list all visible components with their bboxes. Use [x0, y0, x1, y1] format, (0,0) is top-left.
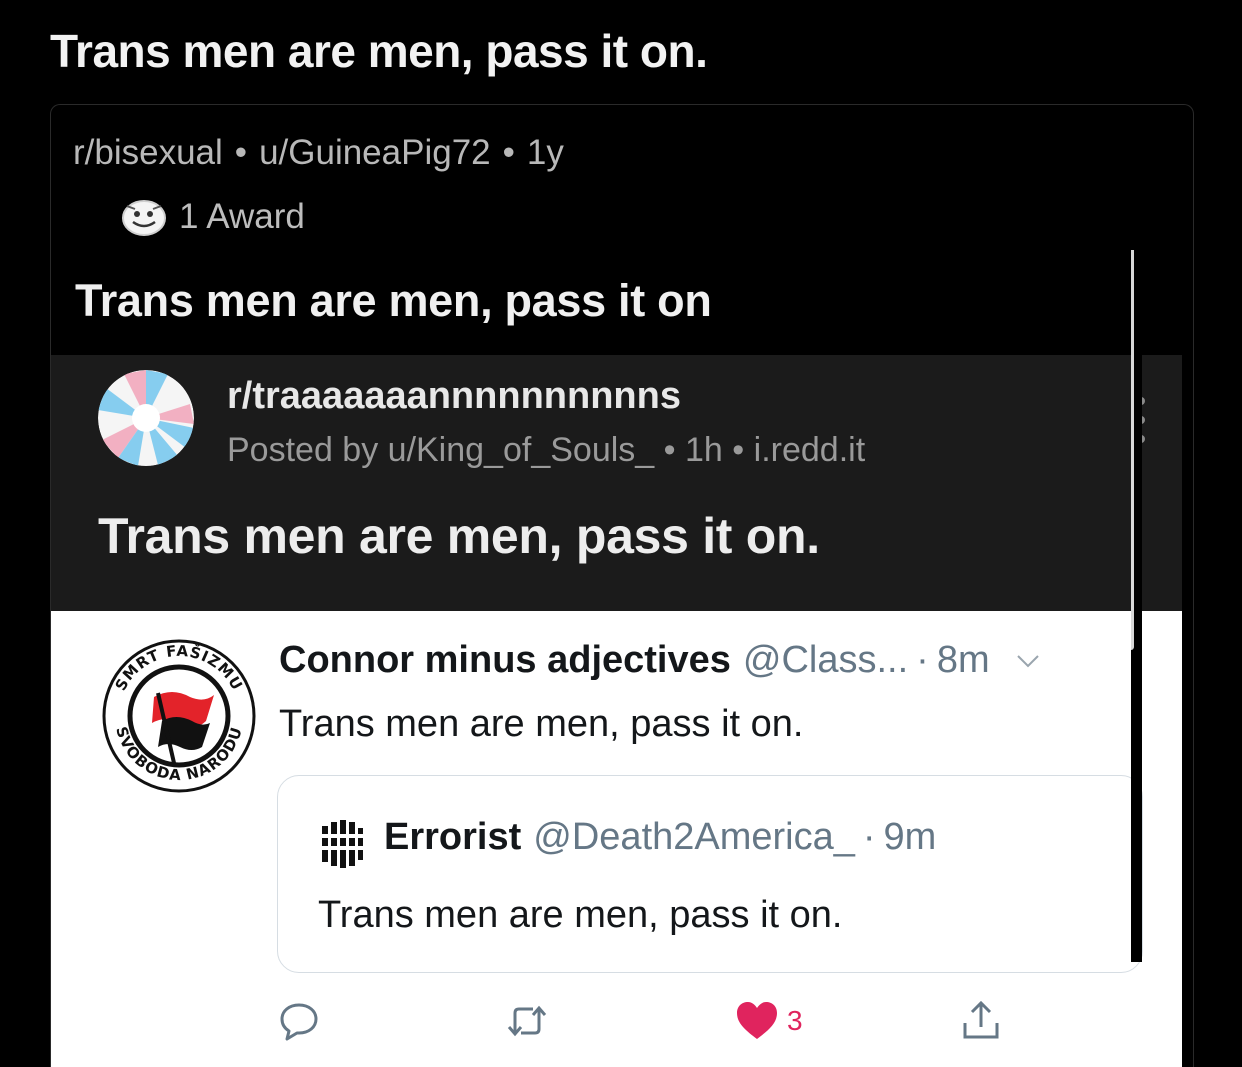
scrollbar[interactable] — [1131, 250, 1134, 650]
author-link[interactable]: u/GuineaPig72 — [259, 133, 491, 172]
post-age: 1y — [526, 133, 564, 172]
quoted-time: 9m — [883, 816, 937, 858]
meta-separator: • — [502, 133, 515, 172]
crosspost-card[interactable]: r/bisexual • u/GuineaPig72 • 1y 1 Award Tran… — [50, 104, 1194, 1067]
tweet-display-name[interactable]: Connor minus adjectives — [279, 639, 731, 682]
quoted-display-name[interactable]: Errorist — [384, 816, 521, 859]
meta-separator: • — [234, 133, 248, 172]
award-badge[interactable]: 1 Award — [121, 197, 305, 237]
award-icon — [122, 200, 166, 236]
reply-icon — [280, 1003, 318, 1041]
subreddit-link[interactable]: r/bisexual — [73, 133, 223, 172]
retweet-button[interactable] — [505, 999, 549, 1043]
reply-button[interactable] — [277, 999, 321, 1043]
share-icon — [963, 1000, 999, 1039]
tweet-time: 8m — [936, 639, 990, 681]
meta-separator: • — [732, 431, 754, 469]
quoted-text: Trans men are men, pass it on. — [318, 894, 843, 936]
post-meta: r/bisexual • u/GuineaPig72 • 1y — [73, 133, 564, 173]
page-title: Trans men are men, pass it on. — [50, 25, 708, 77]
like-button[interactable]: 3 — [735, 999, 803, 1043]
retweet-icon — [507, 1005, 547, 1037]
subreddit-avatar — [98, 370, 194, 466]
subreddit-name: r/traaaaaaannnnnnnnnns — [227, 375, 681, 417]
post-image[interactable]: r/traaaaaaannnnnnnnnns Posted by u/King_… — [51, 355, 1182, 1067]
like-count: 3 — [787, 1005, 803, 1036]
tweet-text: Trans men are men, pass it on. — [279, 703, 804, 745]
quoted-separator: · — [862, 816, 876, 858]
posted-by-user: Posted by u/King_of_Souls_ — [227, 431, 655, 469]
tweet-screenshot: SMRT FAŠIZMU SVOBODA NARODU Connor minus… — [51, 611, 1182, 1067]
tweet-handle[interactable]: @Class... — [743, 639, 908, 682]
antifa-logo-avatar: SMRT FAŠIZMU SVOBODA NARODU — [102, 639, 256, 793]
quoted-header: Errorist @Death2America_ · 9m — [384, 816, 936, 859]
quoted-tweet[interactable]: Errorist @Death2America_ · 9m Trans men … — [277, 775, 1143, 973]
reddit-screenshot: r/traaaaaaannnnnnnnnns Posted by u/King_… — [51, 355, 1182, 611]
post-domain: i.redd.it — [753, 431, 866, 469]
share-button[interactable] — [959, 999, 1003, 1043]
chevron-down-icon[interactable] — [1016, 654, 1040, 668]
tweet-header: Connor minus adjectives @Class... · 8m — [279, 639, 1040, 682]
post-title[interactable]: Trans men are men, pass it on — [75, 275, 712, 327]
reddit-post-title: Trans men are men, pass it on. — [98, 508, 820, 564]
quoted-avatar — [315, 817, 369, 871]
quoted-handle[interactable]: @Death2America_ — [533, 816, 855, 859]
meta-separator: • — [663, 431, 686, 469]
award-label: 1 Award — [179, 197, 305, 236]
post-age: 1h — [685, 431, 723, 469]
posted-by: Posted by u/King_of_Souls_ • 1h • i.redd… — [227, 431, 865, 470]
heart-icon — [737, 1002, 777, 1039]
tweet-separator: · — [916, 639, 929, 681]
